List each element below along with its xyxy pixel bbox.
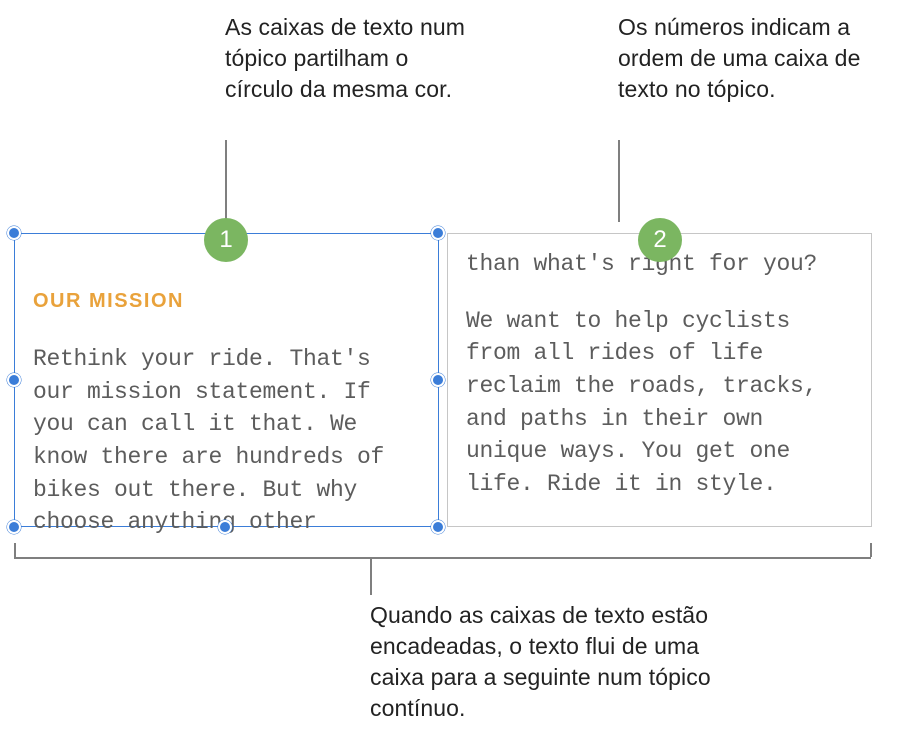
callout-line-top-right bbox=[618, 140, 620, 222]
selection-handle[interactable] bbox=[7, 520, 21, 534]
selection-handle[interactable] bbox=[431, 373, 445, 387]
selection-handle[interactable] bbox=[7, 226, 21, 240]
callout-top-left: As caixas de texto num tópico partilham … bbox=[225, 12, 475, 105]
callout-bottom: Quando as caixas de texto estão encadead… bbox=[370, 600, 750, 724]
textbox-1-heading: OUR MISSION bbox=[33, 290, 422, 313]
selection-handle[interactable] bbox=[431, 520, 445, 534]
textbox-2[interactable]: than what's right for you? We want to he… bbox=[447, 233, 872, 527]
selection-handle[interactable] bbox=[218, 520, 232, 534]
brace-pointer bbox=[370, 557, 372, 595]
textbox-1[interactable]: OUR MISSION Rethink your ride. That's ou… bbox=[14, 233, 439, 527]
thread-badge-2: 2 bbox=[638, 218, 682, 262]
brace-horizontal bbox=[14, 557, 871, 559]
textbox-1-body: Rethink your ride. That's our mission st… bbox=[33, 343, 422, 539]
textbox-2-para2: We want to help cyclists from all rides … bbox=[466, 305, 855, 501]
brace-right-tick bbox=[870, 543, 872, 557]
callout-top-right: Os números indicam a ordem de uma caixa … bbox=[618, 12, 878, 105]
brace-left-tick bbox=[14, 543, 16, 557]
thread-badge-1: 1 bbox=[204, 218, 248, 262]
callout-line-top-left bbox=[225, 140, 227, 222]
selection-handle[interactable] bbox=[431, 226, 445, 240]
selection-handle[interactable] bbox=[7, 373, 21, 387]
